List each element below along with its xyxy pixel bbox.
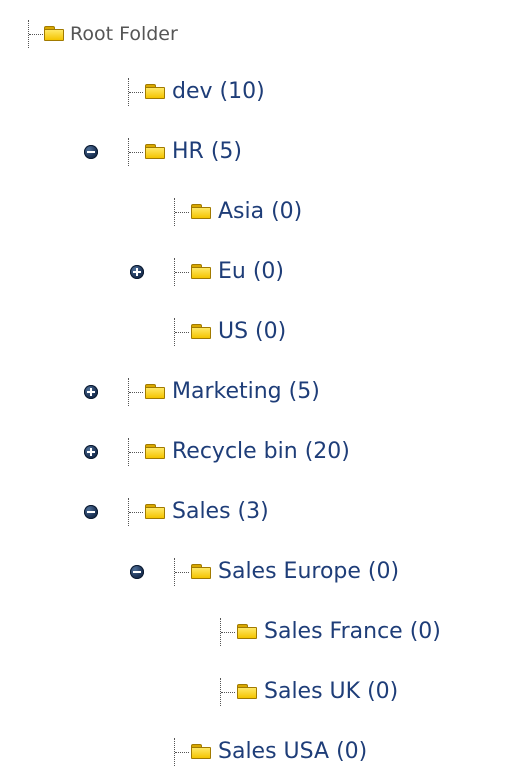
- tree-node[interactable]: HR (5): [0, 132, 525, 172]
- tree-node[interactable]: dev (10): [0, 72, 525, 112]
- tree-node[interactable]: Sales (3): [0, 492, 525, 532]
- tree-node-label[interactable]: Sales USA (0): [218, 732, 367, 772]
- tree-node-label[interactable]: Asia (0): [218, 192, 302, 232]
- tree-node-label[interactable]: Sales France (0): [264, 612, 441, 652]
- folder-icon: [191, 564, 211, 579]
- tree-node[interactable]: Marketing (5): [0, 372, 525, 412]
- folder-icon: [237, 624, 257, 639]
- tree-node-label[interactable]: US (0): [218, 312, 286, 352]
- tree-node-label[interactable]: Sales (3): [172, 492, 269, 532]
- folder-icon: [145, 144, 165, 159]
- folder-icon: [191, 264, 211, 279]
- tree-node[interactable]: Recycle bin (20): [0, 432, 525, 472]
- tree-node[interactable]: Sales France (0): [0, 612, 525, 652]
- tree-node-label[interactable]: Root Folder: [70, 14, 178, 54]
- folder-icon: [44, 26, 64, 41]
- tree-node-label[interactable]: dev (10): [172, 72, 265, 112]
- tree-node-root[interactable]: Root Folder: [0, 14, 260, 54]
- tree-node[interactable]: Asia (0): [0, 192, 525, 232]
- folder-icon: [145, 84, 165, 99]
- tree-node[interactable]: US (0): [0, 312, 525, 352]
- tree-node-label[interactable]: Sales UK (0): [264, 672, 398, 712]
- tree-node-label[interactable]: Marketing (5): [172, 372, 320, 412]
- tree-node-label[interactable]: Eu (0): [218, 252, 284, 292]
- minus-icon[interactable]: [130, 565, 144, 579]
- tree-node-label[interactable]: Recycle bin (20): [172, 432, 350, 472]
- minus-icon[interactable]: [84, 505, 98, 519]
- minus-icon[interactable]: [84, 145, 98, 159]
- folder-icon: [191, 744, 211, 759]
- folder-icon: [145, 444, 165, 459]
- tree-node[interactable]: Sales UK (0): [0, 672, 525, 712]
- tree-node[interactable]: Sales USA (0): [0, 732, 525, 772]
- plus-icon[interactable]: [84, 445, 98, 459]
- folder-icon: [237, 684, 257, 699]
- folder-icon: [191, 204, 211, 219]
- tree-node-label[interactable]: Sales Europe (0): [218, 552, 399, 592]
- folder-icon: [191, 324, 211, 339]
- tree-node[interactable]: Eu (0): [0, 252, 525, 292]
- folder-icon: [145, 504, 165, 519]
- folder-tree: Root Folder dev (10) HR (5) Asia (0) Eu (0)…: [0, 0, 525, 777]
- folder-icon: [145, 384, 165, 399]
- plus-icon[interactable]: [130, 265, 144, 279]
- tree-node-label[interactable]: HR (5): [172, 132, 242, 172]
- tree-node[interactable]: Sales Europe (0): [0, 552, 525, 592]
- plus-icon[interactable]: [84, 385, 98, 399]
